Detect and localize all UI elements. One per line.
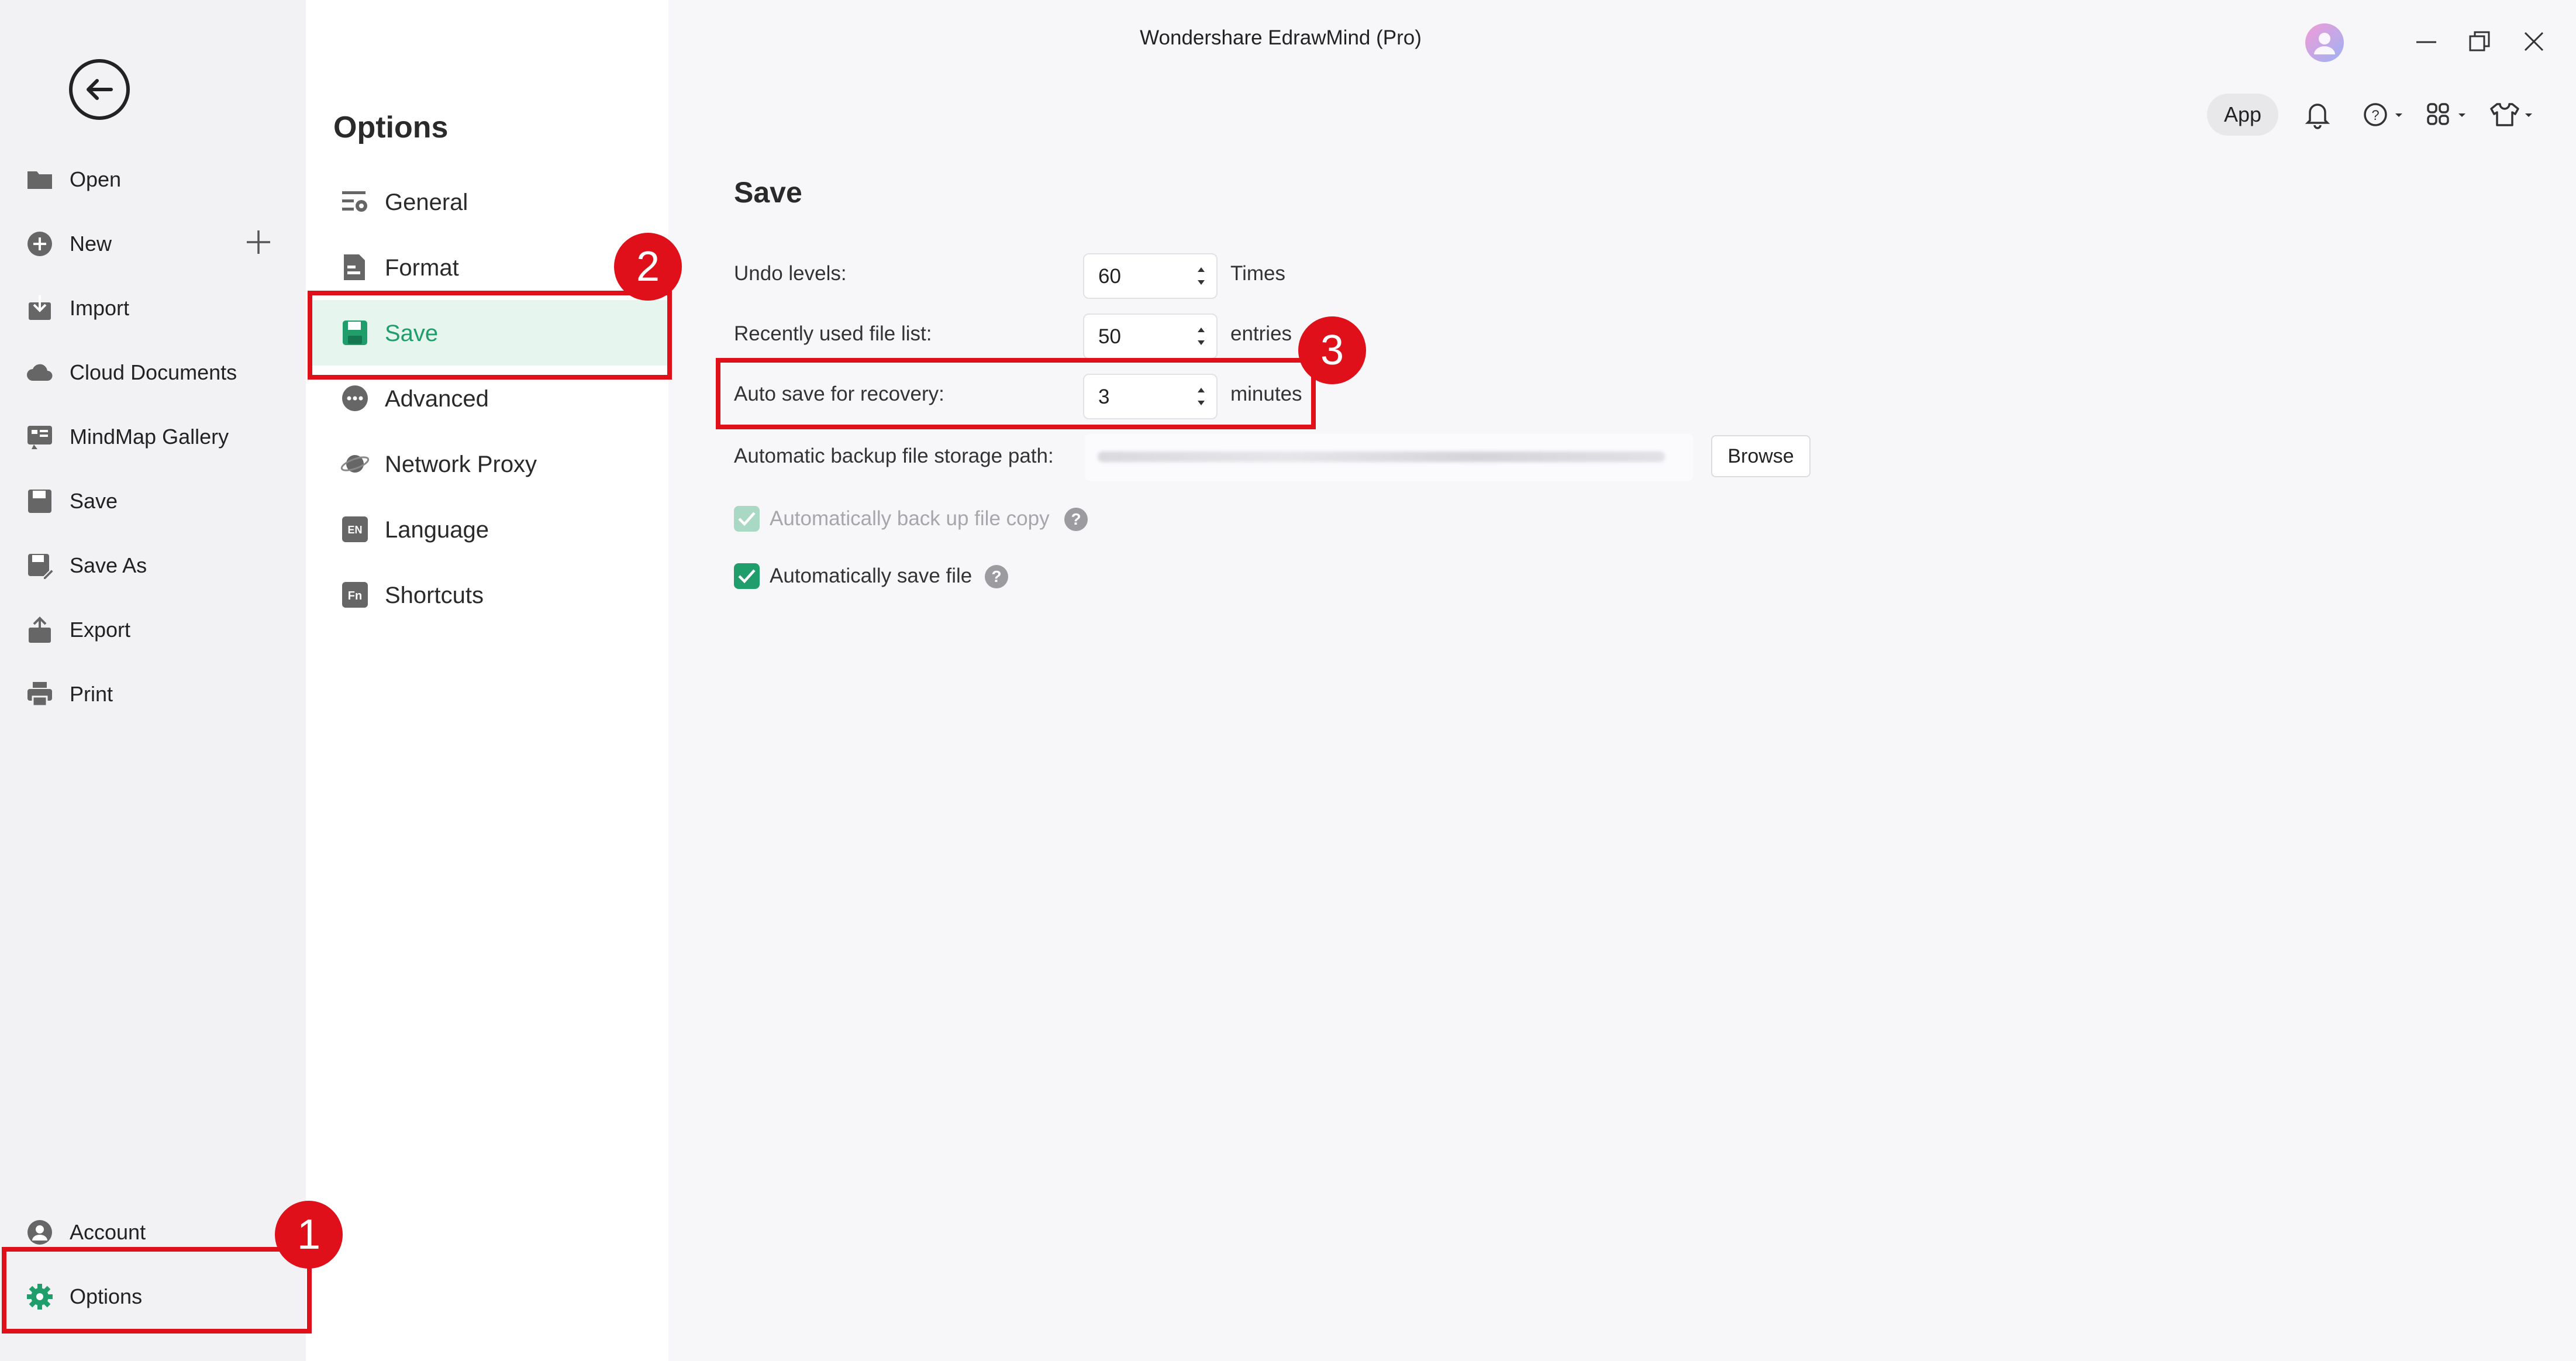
nav-item-label: Save As <box>70 553 147 577</box>
svg-text:?: ? <box>2371 108 2379 123</box>
recent-files-unit: entries <box>1230 322 1292 345</box>
back-button[interactable] <box>69 59 130 120</box>
avatar[interactable] <box>2304 22 2345 63</box>
tab-label: Language <box>385 517 489 543</box>
add-new-icon[interactable] <box>244 228 273 256</box>
nav-item-save[interactable]: Save <box>0 469 306 533</box>
language-icon: EN <box>342 516 368 542</box>
nav-item-print[interactable]: Print <box>0 662 306 726</box>
annotation-badge-3: 3 <box>1298 316 1366 384</box>
help-icon[interactable]: ? <box>985 565 1008 588</box>
save-as-icon <box>28 554 54 580</box>
apps-grid-icon[interactable] <box>2423 99 2470 130</box>
nav-item-label: MindMap Gallery <box>70 425 229 449</box>
tab-label: Shortcuts <box>385 583 484 608</box>
undo-levels-unit: Times <box>1230 262 1285 285</box>
gallery-icon <box>27 426 52 449</box>
section-title: Save <box>734 176 802 209</box>
tab-label: General <box>385 189 468 215</box>
nav-item-label: Account <box>70 1220 146 1244</box>
recent-files-label: Recently used file list: <box>734 322 932 345</box>
recent-files-value: 50 <box>1098 325 1121 348</box>
theme-shirt-icon[interactable] <box>2488 99 2537 130</box>
more-dots-icon <box>342 385 368 411</box>
nav-item-label: Print <box>70 682 113 706</box>
recent-files-stepper[interactable]: 50 <box>1083 313 1218 359</box>
close-icon[interactable] <box>2520 28 2547 55</box>
help-icon[interactable]: ? <box>1064 508 1088 531</box>
backup-path-field[interactable] <box>1085 434 1693 481</box>
shortcuts-icon: Fn <box>342 582 368 608</box>
nav-item-open[interactable]: Open <box>0 147 306 212</box>
account-icon <box>27 1220 52 1245</box>
undo-levels-label: Undo levels: <box>734 262 847 285</box>
blurred-path-text <box>1098 452 1665 462</box>
annotation-box-auto-save <box>716 358 1316 429</box>
stepper-arrows-icon[interactable] <box>1194 258 1208 294</box>
app-button[interactable]: App <box>2207 94 2278 136</box>
nav-item-label: Save <box>70 489 118 513</box>
nav-item-label: New <box>70 232 112 256</box>
svg-text:Fn: Fn <box>348 590 362 602</box>
back-arrow-icon <box>87 79 113 100</box>
backup-copy-checkbox[interactable] <box>734 506 760 532</box>
options-title: Options <box>333 111 449 144</box>
restore-icon[interactable] <box>2467 28 2494 55</box>
import-icon <box>29 295 51 320</box>
print-icon <box>27 682 52 707</box>
nav-item-new[interactable]: New <box>0 212 306 276</box>
bell-icon[interactable] <box>2302 99 2333 130</box>
export-icon <box>29 616 51 643</box>
nav-item-export[interactable]: Export <box>0 598 306 662</box>
nav-item-save-as[interactable]: Save As <box>0 533 306 598</box>
nav-item-label: Export <box>70 618 131 642</box>
general-settings-icon <box>342 191 367 212</box>
folder-icon <box>27 171 52 189</box>
stepper-arrows-icon[interactable] <box>1194 318 1208 354</box>
backup-path-label: Automatic backup file storage path: <box>734 445 1054 467</box>
browse-button[interactable]: Browse <box>1711 435 1811 477</box>
nav-item-cloud-documents[interactable]: Cloud Documents <box>0 340 306 405</box>
nav-item-import[interactable]: Import <box>0 276 306 340</box>
auto-save-file-checkbox[interactable] <box>734 563 760 589</box>
nav-item-label: Import <box>70 296 130 320</box>
minimize-icon[interactable] <box>2413 28 2440 55</box>
tab-label: Network Proxy <box>385 452 537 477</box>
plus-circle-icon <box>27 232 52 256</box>
backup-copy-label: Automatically back up file copy <box>770 507 1050 530</box>
annotation-box-options <box>2 1247 312 1334</box>
undo-levels-stepper[interactable]: 60 <box>1083 253 1218 299</box>
tab-general[interactable]: General <box>308 169 668 235</box>
undo-levels-value: 60 <box>1098 265 1121 288</box>
nav-item-mindmap-gallery[interactable]: MindMap Gallery <box>0 405 306 469</box>
check-icon <box>738 569 756 584</box>
format-icon <box>344 254 365 280</box>
window-title: Wondershare EdrawMind (Pro) <box>1140 26 1422 49</box>
annotation-box-save-tab <box>308 291 672 380</box>
annotation-badge-2: 2 <box>614 233 682 301</box>
cloud-icon <box>27 364 53 381</box>
tab-shortcuts[interactable]: Fn Shortcuts <box>308 562 668 628</box>
auto-save-file-label: Automatically save file <box>770 564 973 587</box>
planet-icon <box>340 455 370 473</box>
help-icon[interactable]: ? <box>2360 99 2407 130</box>
annotation-badge-1: 1 <box>275 1201 343 1269</box>
nav-item-label: Open <box>70 167 122 191</box>
save-icon <box>28 490 51 513</box>
tab-label: Advanced <box>385 386 489 412</box>
tab-label: Format <box>385 255 459 281</box>
tab-network-proxy[interactable]: Network Proxy <box>308 431 668 497</box>
check-icon <box>738 512 756 526</box>
tab-language[interactable]: EN Language <box>308 497 668 562</box>
nav-item-label: Cloud Documents <box>70 360 237 384</box>
svg-text:EN: EN <box>347 524 362 536</box>
